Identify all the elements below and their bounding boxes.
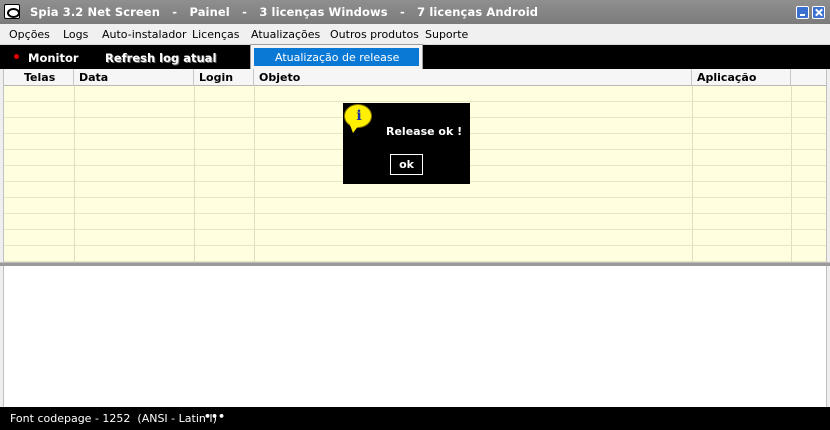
info-icon-tail — [350, 125, 359, 133]
column-header-objeto[interactable]: Objeto — [254, 69, 692, 86]
release-dialog: i Release ok ! ok — [343, 103, 470, 184]
column-header-data[interactable]: Data — [74, 69, 194, 86]
menu-atualizacoes[interactable]: Atualizações — [251, 28, 320, 41]
menu-auto-instalador[interactable]: Auto-instalador — [102, 28, 187, 41]
app-icon[interactable] — [4, 4, 20, 19]
monitor-status-icon — [14, 54, 19, 59]
menu-licencas[interactable]: Licenças — [192, 28, 240, 41]
menu-logs[interactable]: Logs — [63, 28, 88, 41]
menu-opcoes[interactable]: Opções — [9, 28, 50, 41]
grid-column-divider — [791, 86, 792, 262]
ok-button[interactable]: ok — [390, 154, 423, 175]
status-codepage: Font codepage - 1252 (ANSI - Latin I) — [10, 412, 217, 425]
frame-right — [826, 69, 830, 407]
column-header-aplicacao[interactable]: Aplicação — [692, 69, 791, 86]
info-glyph: i — [356, 108, 362, 124]
column-header-login[interactable]: Login — [194, 69, 254, 86]
grid-column-divider — [254, 86, 255, 262]
menu-suporte[interactable]: Suporte — [425, 28, 468, 41]
grid-column-divider — [194, 86, 195, 262]
atualizacoes-dropdown: Atualização de release — [250, 44, 423, 70]
dialog-message: Release ok ! — [386, 125, 463, 138]
grid-column-divider — [692, 86, 693, 262]
column-header-telas[interactable]: Telas — [4, 69, 74, 86]
grid-header: Telas Data Login Objeto Aplicação — [4, 69, 826, 86]
window-title: Spia 3.2 Net Screen - Painel - 3 licença… — [30, 5, 539, 19]
minimize-icon[interactable] — [796, 6, 809, 19]
status-more-button[interactable]: ••• — [204, 410, 225, 423]
detail-pane[interactable] — [4, 266, 826, 407]
status-bar: Font codepage - 1252 (ANSI - Latin I) ••… — [0, 407, 830, 430]
menu-item-atualizacao-release[interactable]: Atualização de release — [254, 48, 419, 66]
grid-column-divider — [74, 86, 75, 262]
menu-outros-produtos[interactable]: Outros produtos — [330, 28, 419, 41]
menu-bar: Opções Logs Auto-instalador Licenças Atu… — [0, 24, 830, 45]
monitor-button[interactable]: Monitor — [28, 51, 79, 65]
close-icon[interactable] — [812, 6, 825, 19]
title-bar[interactable]: Spia 3.2 Net Screen - Painel - 3 licença… — [0, 0, 830, 24]
refresh-log-button[interactable]: Refresh log atual — [105, 51, 216, 65]
